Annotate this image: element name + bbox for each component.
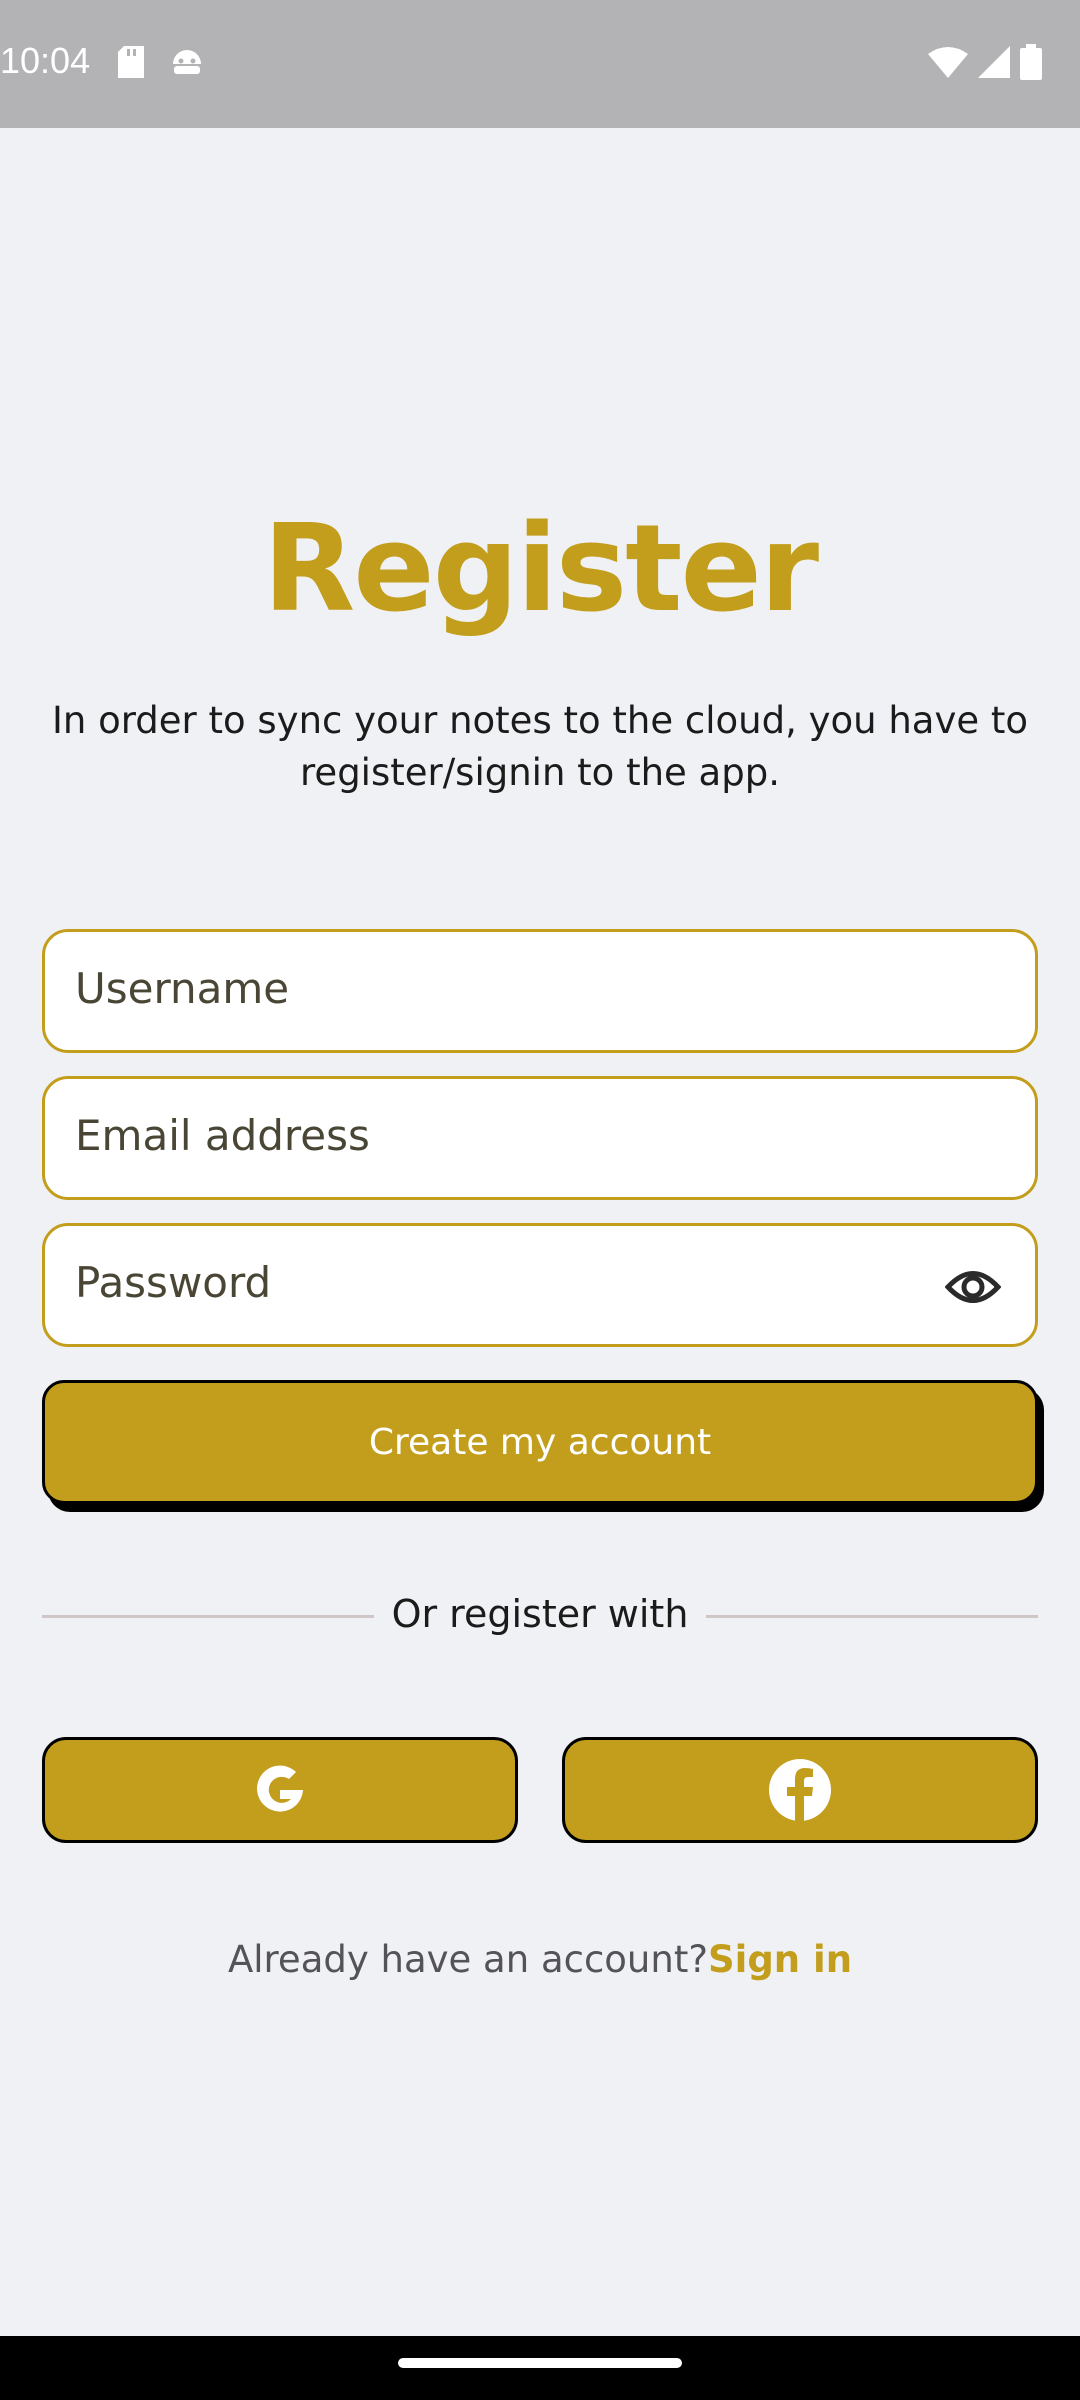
page-subtitle: In order to sync your notes to the cloud… [51,699,1029,794]
status-bar: 10:04 [0,0,1080,128]
email-placeholder: Email address [75,1111,370,1160]
navigation-bar [0,2336,1080,2400]
wifi-icon [928,47,968,78]
signin-link[interactable]: Sign in [708,1938,852,1981]
create-account-label: Create my account [368,1421,712,1463]
google-icon [257,1765,303,1812]
password-field[interactable]: Password [42,1223,1038,1347]
status-left-icons [118,46,204,78]
status-time: 10:04 [0,40,91,81]
signin-prompt: Already have an account? [227,1938,708,1981]
signin-prompt-line: Already have an account?Sign in [0,1938,1080,1981]
page-title: Register [262,500,819,639]
divider-text: Or register with [391,1592,689,1636]
username-placeholder: Username [75,964,290,1013]
create-account-button[interactable]: Create my account [42,1380,1038,1504]
email-field[interactable]: Email address [42,1076,1038,1200]
password-placeholder: Password [75,1258,272,1307]
home-gesture-handle[interactable] [398,2358,682,2368]
username-field[interactable]: Username [42,929,1038,1053]
facebook-signin-button[interactable] [562,1737,1038,1843]
facebook-icon [769,1759,831,1822]
eye-icon[interactable] [945,1262,1001,1312]
google-signin-button[interactable] [42,1737,518,1843]
sd-card-icon [118,46,144,78]
divider-right [706,1615,1038,1618]
signal-icon [978,46,1010,78]
battery-icon [1020,44,1042,80]
status-right-icons [928,44,1042,80]
android-icon [173,50,201,78]
